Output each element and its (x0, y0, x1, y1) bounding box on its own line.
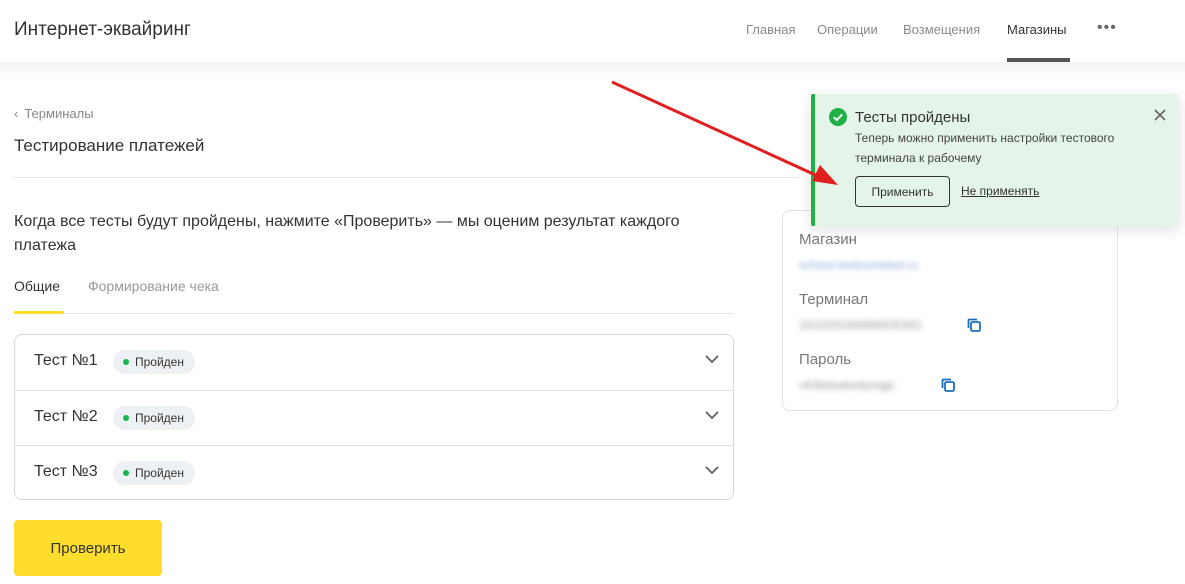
status-label: Пройден (135, 466, 184, 480)
toast-text: Теперь можно применить настройки тестово… (855, 131, 1115, 165)
breadcrumb[interactable]: ‹ Терминалы (14, 106, 94, 121)
test-name: Тест №3 (34, 463, 98, 480)
shop-value: school.tesilcomebel.ru (799, 258, 918, 272)
password-value: v63bdsabxdymgjc (799, 378, 896, 392)
header-shadow (0, 62, 1185, 76)
tab-receipt[interactable]: Формирование чека (88, 278, 219, 294)
check-circle-icon (829, 108, 847, 126)
shop-label: Магазин (799, 231, 857, 248)
tab-active-indicator (14, 311, 64, 314)
terminal-info-card: Магазин school.tesilcomebel.ru Терминал … (782, 210, 1118, 411)
nav-shops[interactable]: Магазины (1007, 22, 1067, 37)
test-row[interactable]: Тест №3 Пройден (15, 445, 733, 500)
chevron-down-icon[interactable] (704, 351, 720, 367)
copy-icon[interactable] (940, 377, 956, 393)
status-badge: Пройден (113, 350, 195, 374)
status-badge: Пройден (113, 406, 195, 430)
chevron-down-icon[interactable] (704, 407, 720, 423)
terminal-label: Терминал (799, 291, 869, 308)
nav-main[interactable]: Главная (746, 22, 795, 37)
password-label: Пароль (799, 351, 852, 368)
test-row[interactable]: Тест №1 Пройден (15, 335, 733, 390)
toast-title: Тесты пройдены (855, 109, 971, 126)
top-header: Интернет-эквайринг Главная Операции Возм… (0, 0, 1185, 62)
chevron-down-icon[interactable] (704, 462, 720, 478)
test-row[interactable]: Тест №2 Пройден (15, 390, 733, 445)
divider (14, 177, 799, 178)
tabs-divider (14, 313, 734, 314)
app-title: Интернет-эквайринг (14, 19, 191, 40)
breadcrumb-label: Терминалы (24, 106, 94, 121)
tab-general[interactable]: Общие (14, 278, 60, 294)
success-toast: Тесты пройдены Теперь можно применить на… (811, 94, 1179, 226)
chevron-left-icon: ‹ (14, 106, 19, 121)
terminal-value: 1610291666666DEMO (799, 318, 922, 332)
check-button[interactable]: Проверить (14, 520, 162, 576)
close-icon[interactable] (1153, 108, 1167, 122)
page-title: Тестирование платежей (14, 136, 205, 155)
status-dot-icon (123, 415, 129, 421)
copy-icon[interactable] (966, 317, 982, 333)
status-dot-icon (123, 470, 129, 476)
reject-link[interactable]: Не применять (961, 184, 1039, 198)
more-dots-icon[interactable]: ••• (1097, 19, 1117, 37)
intro-text: Когда все тесты будут пройдены, нажмите … (14, 213, 680, 254)
status-dot-icon (123, 359, 129, 365)
test-name: Тест №2 (34, 408, 98, 425)
status-label: Пройден (135, 355, 184, 369)
apply-button[interactable]: Применить (855, 176, 950, 207)
tests-list: Тест №1 Пройден Тест №2 Пройден Тест №3 … (14, 334, 734, 500)
test-name: Тест №1 (34, 352, 98, 369)
nav-operations[interactable]: Операции (817, 22, 878, 37)
nav-refunds[interactable]: Возмещения (903, 22, 980, 37)
status-label: Пройден (135, 411, 184, 425)
status-badge: Пройден (113, 461, 195, 485)
